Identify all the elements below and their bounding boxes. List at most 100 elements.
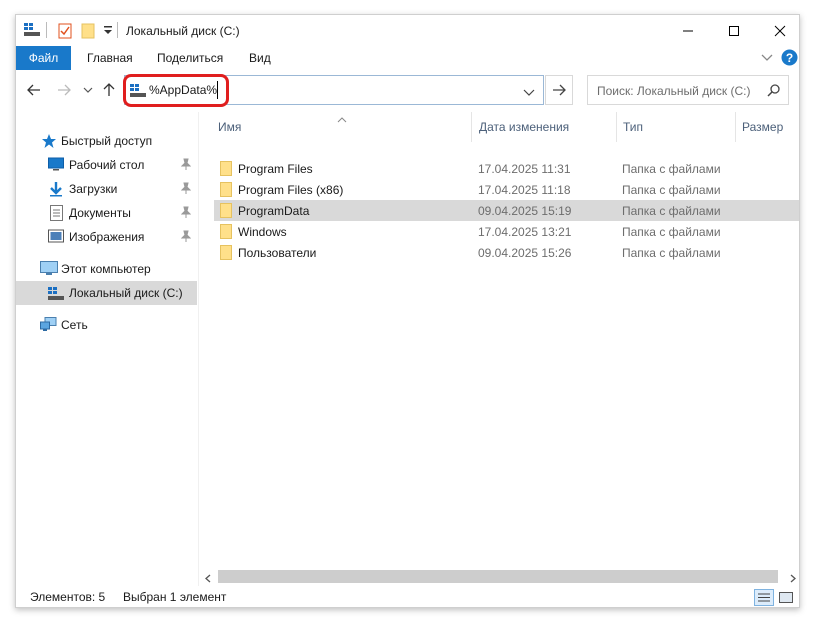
svg-text:?: ? — [786, 51, 793, 65]
selection-count: Выбран 1 элемент — [123, 590, 227, 604]
nav-label: Загрузки — [69, 182, 118, 196]
file-type: Папка с файлами — [622, 204, 721, 218]
pictures-icon — [48, 229, 64, 246]
file-date: 17.04.2025 13:21 — [478, 225, 572, 239]
new-folder-icon[interactable] — [81, 23, 95, 42]
separator-icon — [46, 22, 47, 38]
item-count: Элементов: 5 — [30, 590, 106, 604]
column-header-type[interactable]: Тип — [623, 120, 643, 134]
drive-icon — [48, 287, 64, 303]
file-name: ProgramData — [238, 204, 310, 218]
column-header-size[interactable]: Размер — [742, 120, 783, 134]
details-view-button[interactable] — [754, 589, 774, 606]
file-date: 09.04.2025 15:19 — [478, 204, 572, 218]
file-name: Пользователи — [238, 246, 317, 260]
large-icons-view-button[interactable] — [776, 589, 796, 606]
nav-label: Быстрый доступ — [61, 134, 153, 148]
tab-file[interactable]: Файл — [16, 46, 71, 70]
desktop-icon — [48, 157, 64, 174]
file-row[interactable]: Пользователи 09.04.2025 15:26 Папка с фа… — [214, 242, 799, 263]
file-row-selected[interactable]: ProgramData 09.04.2025 15:19 Папка с фай… — [214, 200, 799, 221]
scrollbar-thumb[interactable] — [218, 570, 778, 583]
recent-locations-button[interactable] — [78, 80, 98, 100]
annotation-highlight — [123, 74, 229, 107]
properties-icon[interactable] — [58, 23, 72, 42]
customize-quick-access-icon[interactable] — [103, 24, 113, 39]
horizontal-scrollbar[interactable] — [200, 568, 799, 586]
pin-icon[interactable] — [180, 158, 192, 173]
minimize-button[interactable] — [665, 15, 711, 46]
file-type: Папка с файлами — [622, 183, 721, 197]
tab-share[interactable]: Поделиться — [157, 46, 223, 70]
file-row[interactable]: Program Files (x86) 17.04.2025 11:18 Пап… — [214, 179, 799, 200]
folder-icon — [220, 203, 232, 218]
search-placeholder: Поиск: Локальный диск (C:) — [597, 84, 751, 98]
nav-item-this-pc[interactable]: Этот компьютер — [16, 257, 197, 281]
nav-item-pictures[interactable]: Изображения — [16, 225, 197, 249]
file-name: Program Files (x86) — [238, 183, 344, 197]
window-title: Локальный диск (C:) — [126, 24, 240, 38]
pin-icon[interactable] — [180, 230, 192, 245]
back-button[interactable] — [24, 80, 44, 100]
file-name: Program Files — [238, 162, 313, 176]
search-box[interactable]: Поиск: Локальный диск (C:) — [587, 75, 789, 105]
forward-button[interactable] — [54, 80, 74, 100]
file-date: 17.04.2025 11:31 — [478, 162, 571, 176]
nav-label: Локальный диск (C:) — [69, 286, 183, 300]
nav-item-local-disk[interactable]: Локальный диск (C:) — [16, 281, 197, 305]
column-header-date[interactable]: Дата изменения — [479, 120, 569, 134]
column-divider[interactable] — [471, 112, 472, 142]
nav-label: Сеть — [61, 318, 88, 332]
pin-icon[interactable] — [180, 182, 192, 197]
folder-icon — [220, 182, 232, 197]
column-divider[interactable] — [735, 112, 736, 142]
scroll-right-icon[interactable] — [789, 572, 797, 586]
column-divider[interactable] — [616, 112, 617, 142]
nav-item-desktop[interactable]: Рабочий стол — [16, 153, 197, 177]
close-button[interactable] — [757, 15, 799, 46]
nav-label: Изображения — [69, 230, 145, 244]
file-row[interactable]: Program Files 17.04.2025 11:31 Папка с ф… — [214, 158, 799, 179]
file-type: Папка с файлами — [622, 162, 721, 176]
sort-ascending-icon — [337, 112, 347, 126]
star-icon — [41, 133, 57, 152]
maximize-button[interactable] — [711, 15, 757, 46]
tab-view[interactable]: Вид — [249, 46, 271, 70]
nav-label: Этот компьютер — [61, 262, 151, 276]
network-icon — [40, 317, 57, 335]
download-icon — [49, 181, 63, 200]
pin-icon[interactable] — [180, 206, 192, 221]
scroll-left-icon[interactable] — [204, 572, 212, 586]
nav-label: Документы — [69, 206, 131, 220]
search-icon[interactable] — [767, 84, 780, 100]
nav-item-network[interactable]: Сеть — [16, 313, 197, 337]
expand-ribbon-icon[interactable] — [761, 52, 773, 66]
address-row: %AppData% Поиск: Локальный диск (C:) — [16, 70, 799, 112]
nav-quick-access[interactable]: Быстрый доступ — [16, 129, 197, 153]
separator-icon — [117, 22, 118, 38]
file-date: 17.04.2025 11:18 — [478, 183, 571, 197]
navigation-pane: Быстрый доступ Рабочий стол Загрузки Док… — [16, 112, 199, 586]
file-date: 09.04.2025 15:26 — [478, 246, 572, 260]
computer-icon — [40, 261, 58, 279]
documents-icon — [50, 205, 63, 224]
column-header-name[interactable]: Имя — [218, 120, 241, 134]
drive-icon — [24, 23, 40, 40]
file-list: Имя Дата изменения Тип Размер Program Fi… — [200, 112, 799, 586]
status-bar: Элементов: 5 Выбран 1 элемент — [16, 586, 799, 607]
ribbon-tabs: Файл Главная Поделиться Вид ? — [16, 46, 799, 70]
folder-icon — [220, 161, 232, 176]
nav-item-documents[interactable]: Документы — [16, 201, 197, 225]
nav-item-downloads[interactable]: Загрузки — [16, 177, 197, 201]
address-dropdown-icon[interactable] — [523, 86, 535, 100]
up-button[interactable] — [99, 80, 119, 100]
title-bar: Локальный диск (C:) — [16, 15, 799, 46]
go-button[interactable] — [545, 75, 573, 105]
tab-home[interactable]: Главная — [87, 46, 133, 70]
file-name: Windows — [238, 225, 287, 239]
file-row[interactable]: Windows 17.04.2025 13:21 Папка с файлами — [214, 221, 799, 242]
help-icon[interactable]: ? — [781, 49, 798, 69]
folder-icon — [220, 224, 232, 239]
nav-label: Рабочий стол — [69, 158, 145, 172]
file-type: Папка с файлами — [622, 225, 721, 239]
